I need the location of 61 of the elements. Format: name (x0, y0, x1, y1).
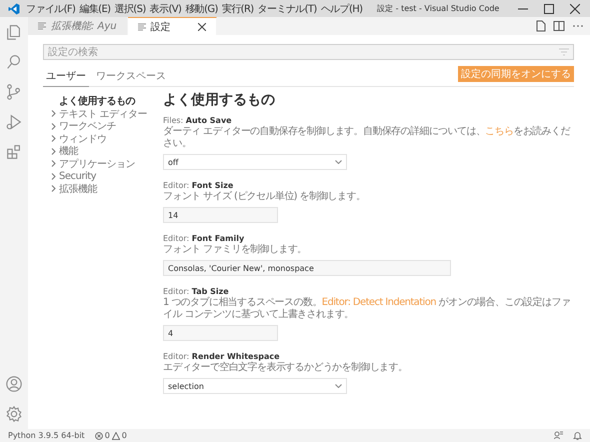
editor-tab[interactable]: 拡張機能: Ayu (28, 17, 128, 35)
error-icon (94, 432, 103, 440)
section-title: よく使用するもの (163, 91, 276, 109)
chevron-down-icon (335, 384, 342, 388)
file-lines-icon (138, 22, 146, 30)
menu-item[interactable]: ヘルプ(H) (320, 2, 362, 16)
files-icon[interactable] (5, 23, 23, 41)
menu-item[interactable]: 選択(S) (114, 2, 146, 16)
vscode-logo-icon (8, 2, 20, 14)
file-lines-icon (38, 22, 46, 30)
setting-title: Editor: Render Whitespace (163, 352, 281, 361)
open-json-icon[interactable] (534, 20, 546, 32)
scope-tab[interactable]: ワークスペース (93, 67, 169, 87)
close-icon[interactable] (198, 22, 206, 30)
search-icon[interactable] (5, 53, 23, 71)
source-control-icon[interactable] (5, 83, 23, 101)
toc-item[interactable]: テキスト エディター (51, 108, 163, 120)
run-debug-icon[interactable] (5, 113, 23, 131)
toc-item[interactable]: Security (51, 170, 163, 182)
toc-item[interactable]: アプリケーション (51, 158, 163, 170)
setting-title: Editor: Font Size (163, 181, 234, 190)
setting-description: フォント サイズ (ピクセル単位) を制御します。 (163, 191, 366, 203)
menu-item[interactable]: 編集(E) (79, 2, 110, 16)
split-editor-icon[interactable] (553, 20, 565, 32)
warning-icon (112, 432, 120, 440)
input-field[interactable]: 4 (163, 325, 278, 341)
toc-item[interactable]: 機能 (51, 145, 163, 158)
menu-item[interactable]: 移動(G) (185, 2, 218, 16)
editor-tab[interactable]: 設定 (128, 17, 217, 35)
settings-icon[interactable] (5, 405, 23, 423)
toc-item[interactable]: ウィンドウ (51, 132, 163, 145)
python-interpreter[interactable]: Python 3.9.5 64-bit (8, 431, 85, 440)
feedback-icon[interactable] (554, 431, 563, 440)
close-icon[interactable] (570, 4, 580, 14)
setting-title: Files: Auto Save (163, 116, 233, 125)
problems-indicator[interactable]: 0 0 (94, 431, 127, 440)
window-title: 設定 - test - Visual Studio Code (376, 3, 500, 14)
menu-item[interactable]: 表示(V) (150, 2, 182, 16)
account-icon[interactable] (5, 375, 23, 393)
toc-item[interactable]: ワークベンチ (51, 120, 163, 132)
menu-item[interactable]: ターミナル(T) (258, 2, 317, 16)
toc-item[interactable]: 拡張機能 (51, 182, 163, 195)
bell-icon[interactable] (573, 431, 582, 440)
setting-title: Editor: Tab Size (163, 287, 230, 296)
maximize-icon[interactable] (544, 4, 554, 14)
search-field[interactable]: 設定の検索 (43, 44, 574, 60)
setting-title: Editor: Font Family (163, 234, 246, 243)
input-field[interactable]: Consolas, 'Courier New', monospace (163, 260, 451, 276)
menu-item[interactable]: ファイル(F) (26, 2, 76, 16)
toc-item[interactable]: よく使用するもの (51, 95, 163, 108)
setting-description: エディターで空白文字を表示するかどうかを制御します。 (163, 362, 408, 374)
setting-description: ダーティ エディターの自動保存を制御します。自動保存の詳細については、こちらをお読みください。 (163, 126, 572, 150)
scope-tab[interactable]: ユーザー (43, 67, 89, 87)
setting-description: 1 つのタブに相当するスペースの数。Editor: Detect Indentation がオンの場合、この設定はファイル コンテンツに基づいて上書きされます。 (163, 297, 572, 321)
dropdown[interactable]: off (163, 154, 347, 170)
chevron-down-icon (335, 160, 342, 164)
dropdown[interactable]: selection (163, 378, 347, 394)
input-field[interactable]: 14 (163, 207, 278, 223)
menu-item[interactable]: 実行(R) (222, 2, 254, 16)
extensions-icon[interactable] (5, 143, 23, 161)
setting-description: フォント ファミリを制御します。 (163, 244, 308, 256)
